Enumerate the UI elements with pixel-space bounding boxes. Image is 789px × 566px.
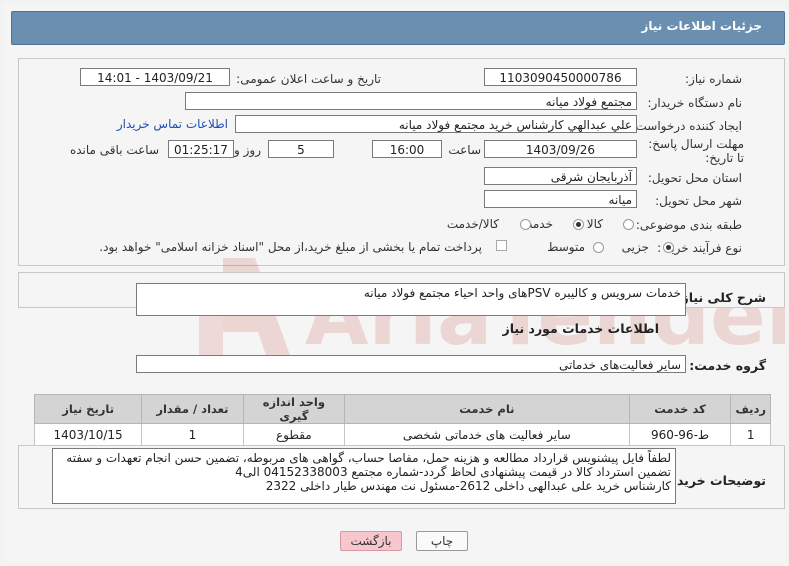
deadline-time-field: 16:00 bbox=[372, 140, 442, 158]
province-label: استان محل تحویل: bbox=[647, 171, 742, 185]
time-label: ساعت bbox=[448, 143, 481, 157]
process-option-medium: متوسط bbox=[547, 240, 585, 254]
service-group-field: سایر فعالیت‌های خدماتی bbox=[136, 355, 686, 373]
days-field: 5 bbox=[268, 140, 334, 158]
category-radio-goods-service[interactable] bbox=[520, 219, 531, 230]
buyer-org-field: مجتمع فولاد میانه bbox=[185, 92, 637, 110]
page-title: جزئیات اطلاعات نیاز bbox=[641, 19, 762, 33]
process-option-minor: جزیی bbox=[621, 240, 649, 254]
city-label: شهر محل تحویل: bbox=[655, 194, 742, 208]
notes-line-3: کارشناس خرید علی عبدالهی داخلی 2612-مسئو… bbox=[265, 479, 671, 493]
treasury-checkbox[interactable] bbox=[496, 240, 507, 251]
summary-textarea: خدمات سرویس و کالیبره PSVهای واحد احیاء … bbox=[136, 283, 686, 316]
buyer-org-label: نام دستگاه خریدار: bbox=[647, 96, 743, 110]
days-label: روز و bbox=[234, 143, 261, 157]
cell-name: سایر فعالیت های خدماتی شخصی bbox=[344, 423, 630, 447]
notes-textarea: لطفاً فایل پیشنویس قرارداد مطالعه و هزین… bbox=[52, 448, 676, 504]
need-number-label: شماره نیاز: bbox=[685, 72, 742, 86]
services-table: ردیف کد خدمت نام خدمت واحد اندازه گیری ت… bbox=[33, 394, 771, 447]
col-row-header: ردیف bbox=[730, 394, 771, 424]
notes-line-2: تضمین استرداد کالا در قیمت پیشنهادی لحاظ… bbox=[235, 465, 671, 479]
table-row: 1 ط-96-960 سایر فعالیت های خدماتی شخصی م… bbox=[33, 423, 771, 447]
service-group-label: گروه خدمت: bbox=[689, 358, 766, 373]
cell-unit: مقطوع bbox=[242, 423, 346, 447]
contact-info-link[interactable]: اطلاعات تماس خریدار bbox=[117, 117, 228, 131]
summary-label: شرح کلی نیاز: bbox=[676, 290, 766, 305]
title-bar: جزئیات اطلاعات نیاز bbox=[11, 11, 785, 45]
category-label: طبقه بندی موضوعی: bbox=[635, 218, 742, 232]
notes-label: توضیحات خریدار: bbox=[660, 473, 766, 488]
category-radio-goods[interactable] bbox=[623, 219, 634, 230]
remaining-time-field: 01:25:17 bbox=[168, 140, 234, 158]
need-number-field: 1103090450000786 bbox=[484, 68, 637, 86]
cell-date: 1403/10/15 bbox=[33, 423, 143, 447]
table-header-row: ردیف کد خدمت نام خدمت واحد اندازه گیری ت… bbox=[33, 394, 771, 424]
print-button[interactable]: چاپ bbox=[416, 531, 468, 551]
cell-qty: 1 bbox=[141, 423, 244, 447]
col-name-header: نام خدمت bbox=[344, 394, 630, 424]
deadline-label: مهلت ارسال پاسخ: تا تاریخ: bbox=[648, 137, 744, 165]
back-button[interactable]: بازگشت bbox=[340, 531, 402, 551]
announce-field: 1403/09/21 - 14:01 bbox=[80, 68, 230, 86]
category-option-goods-service: کالا/خدمت bbox=[446, 217, 499, 231]
announce-label: تاریخ و ساعت اعلان عمومی: bbox=[236, 72, 381, 86]
requester-field: علي عبدالهي كارشناس خريد مجتمع فولاد ميا… bbox=[235, 115, 637, 133]
category-option-goods: کالا bbox=[586, 217, 603, 231]
process-radio-minor[interactable] bbox=[663, 242, 674, 253]
col-date-header: تاریخ نیاز bbox=[33, 394, 143, 424]
remaining-label: ساعت باقی مانده bbox=[69, 143, 159, 157]
col-unit-header: واحد اندازه گیری bbox=[242, 394, 346, 424]
payment-note: پرداخت تمام یا بخشی از مبلغ خرید،از محل … bbox=[99, 240, 482, 254]
category-radio-service[interactable] bbox=[573, 219, 584, 230]
services-section-title: اطلاعات خدمات مورد نیاز bbox=[502, 321, 660, 336]
notes-line-1: لطفاً فایل پیشنویس قرارداد مطالعه و هزین… bbox=[66, 451, 671, 465]
deadline-date-field: 1403/09/26 bbox=[484, 140, 637, 158]
province-field: آذربایجان شرقی bbox=[484, 167, 637, 185]
cell-row: 1 bbox=[730, 423, 771, 447]
col-code-header: کد خدمت bbox=[628, 394, 732, 424]
cell-code: ط-96-960 bbox=[628, 423, 732, 447]
requester-label: ایجاد کننده درخواست: bbox=[631, 119, 742, 133]
city-field: میانه bbox=[484, 190, 637, 208]
col-qty-header: تعداد / مقدار bbox=[141, 394, 244, 424]
process-radio-medium[interactable] bbox=[593, 242, 604, 253]
